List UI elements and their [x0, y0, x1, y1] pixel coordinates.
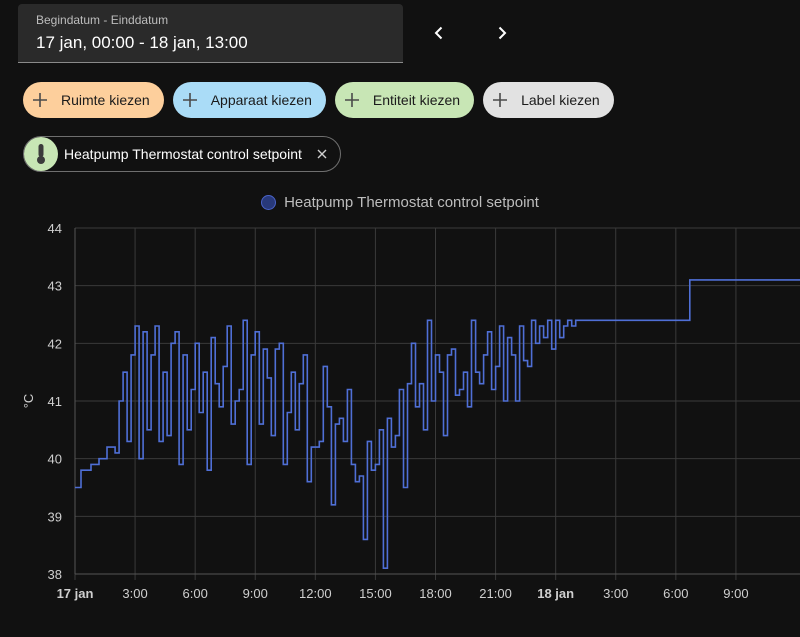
y-tick-label: 38: [48, 567, 62, 582]
x-tick-label: 18:00: [419, 586, 452, 601]
y-axis-label: °C: [21, 394, 36, 409]
y-tick-label: 42: [48, 336, 62, 351]
x-tick-label: 21:00: [479, 586, 512, 601]
y-tick-label: 43: [48, 279, 62, 294]
x-tick-label: 18 jan: [537, 586, 574, 601]
x-tick-label: 17 jan: [57, 586, 94, 601]
series-line: [75, 279, 800, 569]
x-tick-label: 9:00: [243, 586, 268, 601]
x-tick-label: 15:00: [359, 586, 392, 601]
y-tick-label: 40: [48, 452, 62, 467]
x-tick-label: 12:00: [299, 586, 332, 601]
x-tick-label: 3:00: [122, 586, 147, 601]
x-tick-label: 6:00: [183, 586, 208, 601]
y-tick-label: 44: [48, 221, 62, 236]
y-tick-label: 41: [48, 394, 62, 409]
y-axis-ticks: 38 39 40 41 42 43 44: [48, 221, 62, 582]
x-axis-ticks: 17 jan 3:00 6:00 9:00 12:00 15:00 18:00 21:00 18…: [57, 586, 749, 601]
history-chart[interactable]: 38 39 40 41 42 43 44 17 jan 3:00 6:00 9:00 12:00 15…: [0, 0, 800, 637]
x-tick-label: 6:00: [663, 586, 688, 601]
x-tick-label: 9:00: [723, 586, 748, 601]
y-tick-label: 39: [48, 509, 62, 524]
x-tick-label: 3:00: [603, 586, 628, 601]
